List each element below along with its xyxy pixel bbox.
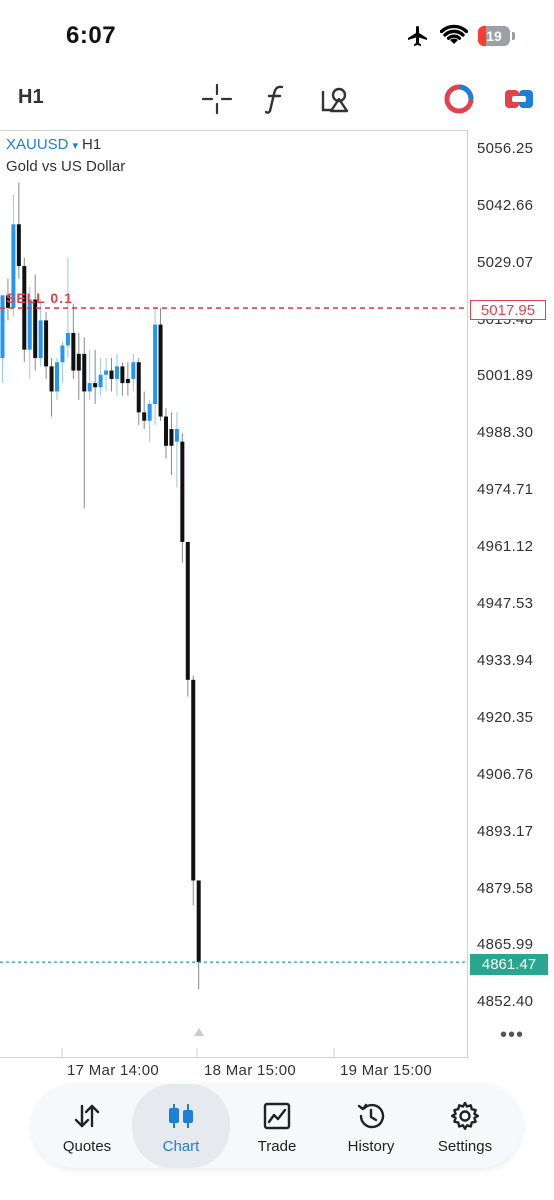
candle	[27, 299, 32, 350]
candle	[93, 383, 98, 388]
candle	[142, 412, 147, 421]
battery-level: 19	[486, 28, 502, 44]
candle	[153, 324, 158, 404]
chevron-down-icon[interactable]: ▾	[73, 140, 79, 152]
candle	[180, 441, 185, 542]
candle	[71, 332, 76, 371]
timeframe-button[interactable]: H1	[18, 86, 44, 109]
candle	[60, 345, 65, 363]
candle	[82, 353, 87, 392]
price-tick: 4947.53	[477, 595, 534, 612]
tab-label: Chart	[162, 1138, 200, 1155]
bottom-tab-bar: Quotes Chart Trade History Settings	[32, 1084, 522, 1168]
candle	[125, 378, 130, 384]
candle	[131, 362, 136, 379]
trade-chart-icon	[263, 1102, 291, 1130]
more-options-icon[interactable]: •••	[500, 1024, 524, 1047]
price-tick: 4920.35	[477, 709, 534, 726]
tab-trade[interactable]: Trade	[228, 1084, 326, 1168]
airplane-icon	[408, 26, 427, 46]
candle	[16, 224, 21, 267]
symbol-timeframe: H1	[82, 136, 102, 153]
time-tick: 17 Mar 14:00	[67, 1062, 159, 1079]
candle	[120, 366, 125, 384]
candle	[136, 362, 141, 413]
candle	[44, 320, 49, 367]
sell-order-price-label: 5017.95	[470, 300, 546, 320]
candle	[191, 679, 196, 881]
candle	[147, 403, 152, 421]
candle	[114, 366, 119, 379]
candle	[104, 370, 109, 375]
current-price-label: 4861.47	[470, 954, 548, 975]
crosshair-icon[interactable]	[200, 82, 234, 116]
candle	[38, 320, 43, 359]
sell-order-label[interactable]: SELL 0.1	[6, 290, 73, 306]
gear-icon	[450, 1101, 480, 1130]
status-time: 6:07	[66, 22, 117, 49]
candle	[158, 324, 163, 417]
candle	[65, 332, 70, 346]
price-tick: 4988.30	[477, 424, 534, 441]
candlestick-chart-icon	[169, 1104, 193, 1128]
price-tick: 4906.76	[477, 766, 534, 783]
candle	[55, 362, 59, 392]
candle	[164, 416, 168, 446]
symbol-header[interactable]: XAUUSD ▾ H1	[6, 136, 101, 153]
candle	[185, 541, 190, 680]
candle	[174, 429, 179, 442]
objects-icon[interactable]	[318, 82, 352, 116]
price-tick: 4865.99	[477, 936, 534, 953]
wifi-icon	[440, 24, 468, 44]
candle	[87, 383, 92, 392]
one-click-trading-icon[interactable]	[442, 82, 476, 116]
price-tick: 5001.89	[477, 367, 534, 384]
quotes-arrows-icon	[74, 1104, 100, 1128]
indicators-icon[interactable]	[258, 82, 292, 116]
price-tick: 4961.12	[477, 538, 534, 555]
history-clock-icon	[357, 1103, 385, 1129]
battery-icon: 19	[478, 26, 510, 46]
tab-history[interactable]: History	[322, 1084, 420, 1168]
time-tick: 18 Mar 15:00	[204, 1062, 296, 1079]
candle	[0, 295, 5, 359]
chart-toolbar: H1	[0, 76, 554, 120]
period-separator-marker	[194, 1028, 204, 1036]
price-tick: 5029.07	[477, 254, 534, 271]
symbol-name[interactable]: XAUUSD	[6, 136, 69, 153]
candle	[98, 374, 103, 388]
candle	[49, 366, 54, 392]
tab-chart[interactable]: Chart	[132, 1084, 230, 1168]
candle	[196, 880, 201, 963]
trade-toggle-icon[interactable]	[502, 82, 536, 116]
tab-label: Trade	[257, 1138, 297, 1155]
tab-settings[interactable]: Settings	[416, 1084, 514, 1168]
symbol-description: Gold vs US Dollar	[6, 158, 126, 175]
tab-label: History	[347, 1138, 395, 1155]
candlestick-chart[interactable]	[0, 130, 468, 1058]
candle	[76, 353, 81, 371]
price-tick: 5056.25	[477, 140, 534, 157]
candle	[169, 429, 174, 446]
tab-quotes[interactable]: Quotes	[38, 1084, 136, 1168]
status-bar: 6:07 19	[0, 0, 554, 70]
price-tick: 4933.94	[477, 652, 534, 669]
tab-label: Settings	[437, 1138, 493, 1155]
price-tick: 4879.58	[477, 880, 534, 897]
tab-label: Quotes	[62, 1138, 112, 1155]
time-tick: 19 Mar 15:00	[340, 1062, 432, 1079]
price-tick: 4974.71	[477, 481, 534, 498]
price-tick: 5042.66	[477, 197, 534, 214]
price-tick: 4852.40	[477, 993, 534, 1010]
price-tick: 4893.17	[477, 823, 534, 840]
candle	[109, 370, 114, 379]
